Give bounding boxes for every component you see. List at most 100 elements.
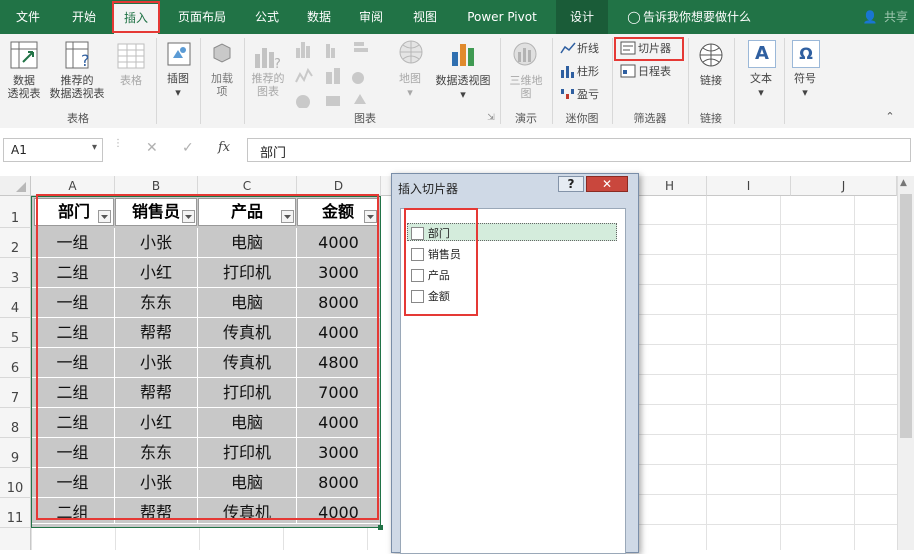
row-header[interactable]: 5	[0, 318, 31, 348]
sparkline-column-icon	[561, 66, 574, 78]
scroll-up-icon[interactable]: ▲	[900, 178, 907, 188]
help-button[interactable]: ?	[558, 176, 584, 192]
sparkline-column-button[interactable]: 柱形	[577, 65, 607, 78]
chevron-down-icon[interactable]: ▾	[92, 142, 97, 153]
text-button[interactable]: 文本	[742, 72, 780, 85]
tab-power-pivot[interactable]: Power Pivot	[456, 0, 548, 34]
tab-file[interactable]: 文件	[0, 0, 56, 34]
pivot-table-button[interactable]: 数据 透视表	[2, 74, 46, 100]
row-header[interactable]: 10	[0, 468, 31, 498]
row-header[interactable]: 11	[0, 498, 31, 528]
addins-icon	[213, 43, 231, 63]
timeline-button[interactable]: 日程表	[638, 65, 680, 78]
tab-review[interactable]: 审阅	[348, 0, 394, 34]
collapse-ribbon-icon[interactable]: ⌃	[880, 110, 900, 123]
column-header-a[interactable]: A	[31, 176, 115, 196]
share-icon: 👤	[862, 10, 878, 24]
sparkline-winloss-button[interactable]: 盈亏	[577, 88, 607, 101]
sparkline-winloss-icon	[561, 89, 574, 99]
row-header[interactable]	[0, 528, 31, 550]
tab-home[interactable]: 开始	[56, 0, 112, 34]
group-tours-label: 演示	[515, 112, 537, 125]
group-charts-label: 图表	[354, 112, 376, 125]
tell-me-box[interactable]: 告诉我你想要做什么	[643, 0, 763, 34]
table-button[interactable]: 表格	[114, 74, 148, 87]
name-box[interactable]: A1 ▾	[3, 138, 103, 162]
chevron-down-icon: ▾	[460, 88, 466, 101]
group-separator	[784, 38, 785, 124]
3d-map-button[interactable]: 三维地 图	[504, 74, 548, 100]
dialog-title: 插入切片器	[398, 182, 459, 196]
tab-page-layout[interactable]: 页面布局	[166, 0, 238, 34]
select-all-button[interactable]	[0, 176, 31, 196]
group-separator	[734, 38, 735, 124]
recommended-charts-button[interactable]: 推荐的 图表	[246, 72, 290, 98]
slicer-highlight	[614, 37, 684, 61]
splitter-handle[interactable]: ⋮	[113, 139, 123, 160]
link-button[interactable]: 链接	[692, 74, 730, 87]
scrollbar-thumb[interactable]	[900, 194, 912, 438]
tab-data[interactable]: 数据	[296, 0, 342, 34]
illustrations-button[interactable]: 插图	[160, 72, 196, 85]
chart-types-gallery[interactable]	[294, 38, 390, 108]
sparkline-line-button[interactable]: 折线	[577, 42, 607, 55]
grid-cells[interactable]	[633, 196, 897, 550]
chevron-down-icon: ▾	[758, 86, 764, 99]
text-icon: A	[748, 40, 776, 68]
group-separator	[156, 38, 157, 124]
formula-content: 部门	[260, 146, 287, 161]
ribbon: 数据 透视表 ? 推荐的 数据透视表 表格 表格 插图 ▾ 加载 项 ? 推荐的…	[0, 34, 914, 129]
3d-map-icon	[513, 42, 537, 66]
cancel-icon[interactable]: ✕	[146, 140, 158, 156]
fields-highlight	[404, 208, 478, 316]
chevron-down-icon: ▾	[802, 86, 808, 99]
row-header[interactable]: 6	[0, 348, 31, 378]
addins-button[interactable]: 加载 项	[204, 72, 240, 98]
column-header-h[interactable]: H	[633, 176, 707, 196]
tab-design[interactable]: 设计	[556, 0, 608, 34]
tab-view[interactable]: 视图	[400, 0, 450, 34]
dialog-launcher-icon[interactable]: ⇲	[484, 112, 498, 125]
column-header-d[interactable]: D	[297, 176, 381, 196]
pivot-chart-button[interactable]: 数据透视图	[430, 74, 496, 87]
omega-icon: Ω	[792, 40, 820, 68]
timeline-icon	[620, 64, 636, 78]
enter-icon[interactable]: ✓	[182, 140, 194, 156]
svg-text:?: ?	[81, 51, 90, 70]
row-header[interactable]: 9	[0, 438, 31, 468]
tab-formulas[interactable]: 公式	[244, 0, 290, 34]
group-tables-label: 表格	[67, 112, 89, 125]
fill-handle[interactable]	[378, 525, 383, 530]
vertical-scrollbar[interactable]: ▲	[897, 176, 914, 550]
row-header[interactable]: 3	[0, 258, 31, 288]
column-header-i[interactable]: I	[707, 176, 791, 196]
group-sparklines-label: 迷你图	[565, 112, 599, 125]
formula-bar-area: A1 ▾ ⋮ ✕ ✓ fx 部门	[0, 128, 914, 174]
lightbulb-icon: ◯	[627, 10, 641, 24]
group-links-label: 链接	[700, 112, 722, 125]
recommended-pivot-button[interactable]: 推荐的 数据透视表	[44, 74, 110, 100]
link-icon	[699, 43, 723, 67]
column-header-c[interactable]: C	[198, 176, 297, 196]
group-separator	[200, 38, 201, 124]
column-header-j[interactable]: J	[791, 176, 897, 196]
insert-function-icon[interactable]: fx	[218, 140, 230, 155]
row-header[interactable]: 7	[0, 378, 31, 408]
group-separator	[552, 38, 553, 124]
formula-input[interactable]: 部门	[247, 138, 911, 162]
column-header-b[interactable]: B	[115, 176, 198, 196]
group-separator	[244, 38, 245, 124]
maps-button[interactable]: 地图	[390, 72, 430, 85]
group-filters-label: 筛选器	[633, 112, 667, 125]
symbol-button[interactable]: 符号	[786, 72, 824, 85]
pivot-chart-icon	[452, 44, 474, 66]
row-header[interactable]: 2	[0, 228, 31, 258]
share-button[interactable]: 共享	[880, 0, 912, 34]
row-header[interactable]: 8	[0, 408, 31, 438]
chevron-down-icon: ▾	[175, 86, 181, 99]
group-separator	[612, 38, 613, 124]
row-header[interactable]: 4	[0, 288, 31, 318]
row-header[interactable]: 1	[0, 196, 31, 228]
illustrations-icon	[167, 42, 191, 66]
close-button[interactable]: ✕	[586, 176, 628, 192]
